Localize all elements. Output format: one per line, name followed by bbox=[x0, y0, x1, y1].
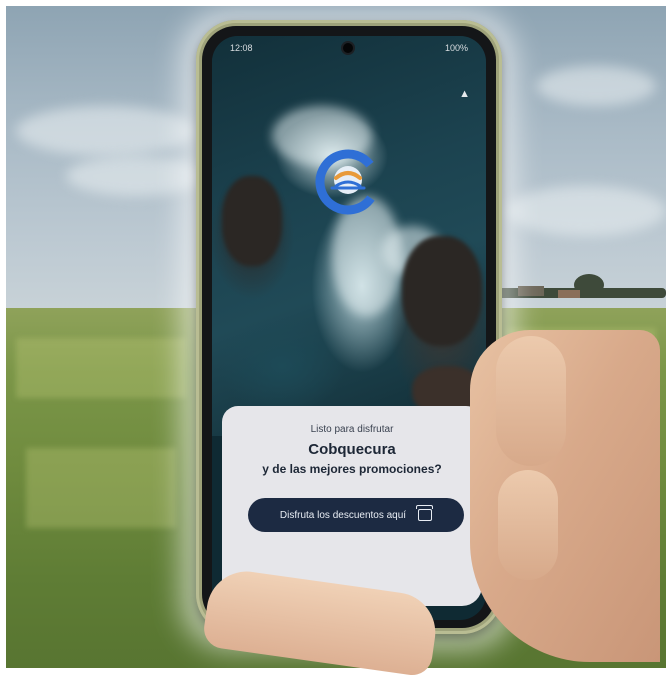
splash-background-photo bbox=[212, 36, 486, 436]
cloud bbox=[16, 106, 196, 156]
camera-icon bbox=[343, 43, 353, 53]
welcome-title: Cobquecura bbox=[308, 441, 396, 458]
status-battery: 100% bbox=[444, 43, 468, 53]
phone-screen: 12:08 100% ▲ Listo para disfrutar Cobque… bbox=[212, 36, 486, 620]
house bbox=[558, 290, 580, 298]
rock bbox=[402, 236, 482, 346]
discounts-button-label: Disfruta los descuentos aquí bbox=[279, 509, 407, 521]
house bbox=[518, 286, 544, 296]
finger bbox=[498, 470, 558, 580]
grass-streak bbox=[26, 448, 176, 528]
welcome-subtitle: Listo para disfrutar bbox=[310, 424, 394, 435]
store-icon bbox=[416, 505, 434, 521]
app-logo bbox=[315, 149, 381, 215]
welcome-tagline: y de las mejores promociones? bbox=[262, 462, 442, 476]
cloud bbox=[506, 186, 666, 236]
cloud bbox=[536, 66, 656, 106]
info-icon[interactable]: ▲ bbox=[459, 88, 470, 100]
grass-streak bbox=[16, 338, 186, 398]
rock bbox=[222, 176, 282, 266]
finger bbox=[496, 336, 566, 466]
phone: 12:08 100% ▲ Listo para disfrutar Cobque… bbox=[196, 20, 502, 634]
phone-body: 12:08 100% ▲ Listo para disfrutar Cobque… bbox=[202, 26, 496, 628]
discounts-button[interactable]: Disfruta los descuentos aquí bbox=[248, 498, 464, 532]
status-time: 12:08 bbox=[230, 43, 253, 53]
